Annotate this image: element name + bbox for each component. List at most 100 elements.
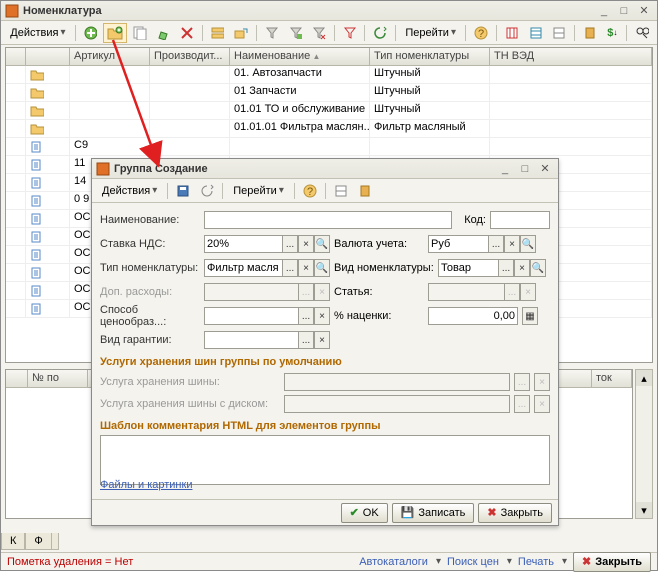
tab-k[interactable]: К <box>1 533 25 550</box>
grid-header-article[interactable]: Артикул <box>70 48 150 65</box>
dialog-tool2-icon[interactable] <box>354 181 376 201</box>
warranty-input[interactable] <box>204 331 298 349</box>
scroll-up-button[interactable]: ▴ <box>636 370 652 386</box>
markup-calc-button[interactable]: ▦ <box>522 307 538 325</box>
table-row[interactable]: 01 ЗапчастиШтучный <box>6 84 652 102</box>
filter1-button[interactable] <box>261 23 283 43</box>
ok-button[interactable]: ✔OK <box>341 503 388 523</box>
dialog-actions-menu[interactable]: Действия▾ <box>96 181 163 201</box>
type-search-button[interactable]: 🔍 <box>314 259 330 277</box>
maximize-button[interactable]: □ <box>615 3 633 19</box>
tab-f[interactable]: Ф <box>25 533 51 550</box>
markup-input[interactable] <box>428 307 518 325</box>
dialog-tool1-icon[interactable] <box>330 181 352 201</box>
grid-header-blank2[interactable] <box>26 48 70 65</box>
pricing-clear-button[interactable]: × <box>314 307 330 325</box>
help-button[interactable]: ? <box>470 23 492 43</box>
section-tires: Услуги хранения шин группы по умолчанию <box>100 356 550 368</box>
grid-header-name[interactable]: Наименование <box>230 48 370 65</box>
grid-header-producer[interactable]: Производит... <box>150 48 230 65</box>
goto-menu[interactable]: Перейти▾ <box>400 23 461 43</box>
currency-select-button[interactable]: ... <box>488 235 504 253</box>
template-textarea[interactable] <box>100 435 550 485</box>
tool-b-button[interactable] <box>525 23 547 43</box>
copy-button[interactable] <box>129 23 151 43</box>
edit-button[interactable] <box>153 23 175 43</box>
dialog-icon <box>96 162 110 176</box>
code-input[interactable] <box>490 211 550 229</box>
lower-header-num[interactable]: № по <box>28 370 88 387</box>
move-button[interactable] <box>230 23 252 43</box>
files-link[interactable]: Файлы и картинки <box>100 479 192 491</box>
vat-label: Ставка НДС: <box>100 238 200 250</box>
pricing-input[interactable] <box>204 307 298 325</box>
dialog-close-window-button[interactable]: ✕ <box>536 161 554 177</box>
type-select-button[interactable]: ... <box>282 259 298 277</box>
kind-clear-button[interactable]: × <box>514 259 530 277</box>
actions-menu[interactable]: Действия▾ <box>5 23 71 43</box>
dialog-footer: ✔OK 💾Записать ✖Закрыть <box>92 499 558 525</box>
status-link-prices[interactable]: Поиск цен <box>447 556 499 568</box>
side-scrollbar[interactable]: ▴ ▾ <box>635 369 653 519</box>
table-row[interactable]: 01. АвтозапчастиШтучный <box>6 66 652 84</box>
dialog-save-icon[interactable] <box>172 181 194 201</box>
vat-search-button[interactable]: 🔍 <box>314 235 330 253</box>
status-link-print[interactable]: Печать <box>518 556 554 568</box>
vat-clear-button[interactable]: × <box>298 235 314 253</box>
tool-e-button[interactable]: $↓ <box>602 23 622 43</box>
svc2-select-button: ... <box>514 395 530 413</box>
dialog-refresh-icon[interactable] <box>196 181 218 201</box>
vat-select-button[interactable]: ... <box>282 235 298 253</box>
save-button[interactable]: 💾Записать <box>392 503 475 523</box>
pricing-select-button[interactable]: ... <box>298 307 314 325</box>
currency-search-button[interactable]: 🔍 <box>520 235 536 253</box>
currency-input[interactable] <box>428 235 488 253</box>
mark-delete-button[interactable] <box>176 23 198 43</box>
vat-input[interactable] <box>204 235 282 253</box>
scroll-down-button[interactable]: ▾ <box>636 502 652 518</box>
filter3-button[interactable] <box>308 23 330 43</box>
add-folder-button[interactable] <box>103 23 127 43</box>
table-row[interactable]: 01.01.01 Фильтра маслян...Фильтр масляны… <box>6 120 652 138</box>
kind-search-button[interactable]: 🔍 <box>530 259 546 277</box>
extra-input <box>204 283 298 301</box>
main-close-button[interactable]: ✖Закрыть <box>573 552 651 572</box>
warranty-label: Вид гарантии: <box>100 334 200 346</box>
grid-header-tnved[interactable]: ТН ВЭД <box>490 48 652 65</box>
svc1-select-button: ... <box>514 373 530 391</box>
dialog-close-button[interactable]: ✖Закрыть <box>478 503 552 523</box>
kind-select-button[interactable]: ... <box>498 259 514 277</box>
tool-a-button[interactable] <box>501 23 523 43</box>
grid-header-type[interactable]: Тип номенклатуры <box>370 48 490 65</box>
dialog-help-icon[interactable]: ? <box>299 181 321 201</box>
add-button[interactable] <box>80 23 102 43</box>
lower-header-right[interactable]: ток <box>592 370 632 387</box>
minimize-button[interactable]: _ <box>595 3 613 19</box>
status-link-catalog[interactable]: Автокаталоги <box>359 556 428 568</box>
currency-clear-button[interactable]: × <box>504 235 520 253</box>
article-select-button: ... <box>504 283 520 301</box>
kind-input[interactable] <box>438 259 498 277</box>
find-button[interactable] <box>631 23 653 43</box>
tool-d-button[interactable] <box>579 23 601 43</box>
table-row[interactable]: 01.01 ТО и обслуживаниеШтучный <box>6 102 652 120</box>
group-create-dialog: Группа Создание _ □ ✕ Действия▾ Перейти▾… <box>91 158 559 526</box>
dialog-goto-menu[interactable]: Перейти▾ <box>227 181 290 201</box>
warranty-clear-button[interactable]: × <box>314 331 330 349</box>
table-row[interactable]: C9 <box>6 138 652 156</box>
filter-clear-button[interactable] <box>339 23 361 43</box>
filter2-button[interactable] <box>285 23 307 43</box>
dialog-maximize-button[interactable]: □ <box>516 161 534 177</box>
warranty-select-button[interactable]: ... <box>298 331 314 349</box>
hierarchy-button[interactable] <box>207 23 229 43</box>
lower-header-blank[interactable] <box>6 370 28 387</box>
article-label: Статья: <box>334 286 424 298</box>
name-input[interactable] <box>204 211 452 229</box>
type-clear-button[interactable]: × <box>298 259 314 277</box>
tool-c-button[interactable] <box>548 23 570 43</box>
dialog-minimize-button[interactable]: _ <box>496 161 514 177</box>
type-input[interactable] <box>204 259 282 277</box>
grid-header-blank1[interactable] <box>6 48 26 65</box>
refresh-button[interactable] <box>369 23 391 43</box>
close-window-button[interactable]: ✕ <box>635 3 653 19</box>
